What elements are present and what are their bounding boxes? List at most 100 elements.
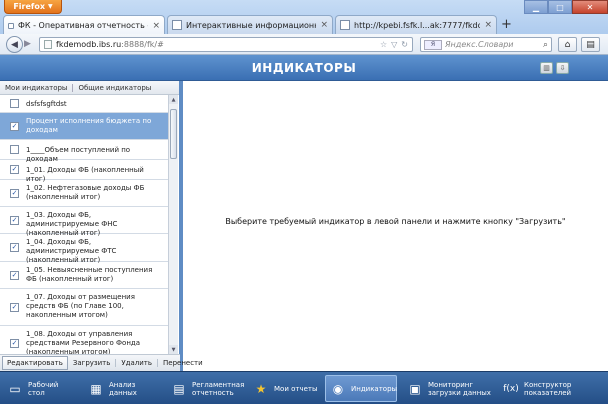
chevron-down-icon: ▼ [48,3,53,10]
checkbox[interactable]: ✓ [10,339,19,348]
scroll-up-icon[interactable]: ▲ [169,95,178,104]
chart-icon: ▦ [90,381,102,396]
move-button[interactable]: Перенести [158,359,208,367]
list-item[interactable]: ✓ 1_02. Нефтегазовые доходы ФБ (накоплен… [0,180,168,207]
checkbox[interactable]: ✓ [10,216,19,225]
search-bar[interactable]: Я Яндекс.Словари ⌕ [420,37,552,52]
taskbar-desktop[interactable]: ▭ Рабочий стол [6,375,60,402]
tab-fk-operational[interactable]: ФК - Оперативная отчетность - × [3,15,165,35]
search-provider-icon[interactable]: Я [424,39,442,50]
taskbar-regulatory-reports[interactable]: ▤ Регламентная отчетность [170,375,254,402]
load-button[interactable]: Загрузить [68,359,117,367]
forward-button[interactable]: ▶ [24,39,31,49]
tab-title: Интерактивные информационные ... [186,20,316,30]
taskbar-label: Рабочий стол [28,380,59,397]
star-icon[interactable]: ☆ [380,40,387,49]
indicator-list-scrollbar[interactable]: ▲ ▼ [168,95,178,354]
reload-icon[interactable]: ↻ [401,40,408,49]
edit-button[interactable]: Редактировать [2,356,68,370]
taskbar-indicators[interactable]: ◉ Индикаторы [325,375,397,402]
item-label: dsfsfsgftdst [26,100,67,108]
document-icon: ▤ [173,381,185,396]
main-area: Мои индикаторы Общие индикаторы dsfsfsgf… [0,81,608,371]
tab-interactive-systems[interactable]: Интерактивные информационные ... × [167,15,333,34]
export-button[interactable]: ⇩ [556,62,569,74]
page-icon [172,20,182,30]
placeholder-message: Выберите требуемый индикатор в левой пан… [225,216,566,226]
checkbox[interactable] [10,99,19,108]
forward-arrow-icon: ▶ [24,39,31,49]
bookmarks-button[interactable]: ▤ [581,37,600,52]
app-taskbar: ▭ Рабочий стол ▦ Анализ данных ▤ Регламе… [0,371,608,404]
minimize-button[interactable]: ▁ [524,0,548,14]
search-input[interactable]: Яндекс.Словари [445,40,540,49]
close-icon[interactable]: × [320,20,328,30]
taskbar-load-monitoring[interactable]: ▣ Мониторинг загрузки данных [406,375,494,402]
checkbox[interactable]: ✓ [10,165,19,174]
item-label: 1_02. Нефтегазовые доходы ФБ (накопленны… [26,184,145,201]
back-arrow-icon: ◀ [11,39,18,50]
url-host: fkdemodb.ibs.ru [56,40,122,49]
checkbox[interactable]: ✓ [10,189,19,198]
close-window-button[interactable]: ✕ [572,0,608,14]
download-icon: ⇩ [559,64,566,72]
indicator-panel-tabs: Мои индикаторы Общие индикаторы [0,81,180,95]
list-item[interactable]: ✓ 1_08. Доходы от управления средствами … [0,326,168,354]
address-bar[interactable]: fkdemodb.ibs.ru:8888/fk/# ☆ ▽ ↻ [39,37,413,52]
tab-my-indicators[interactable]: Мои индикаторы [5,83,74,92]
app-header: ИНДИКАТОРЫ ▥ ⇩ [0,55,608,81]
scrollbar-thumb[interactable] [170,109,177,159]
content-area: Выберите требуемый индикатор в левой пан… [183,81,608,371]
print-icon: ▥ [543,64,550,72]
tab-fkdocs[interactable]: http://kpebi.fsfk.l...ak:7777/fkdocs.htm… [335,15,497,34]
checkbox[interactable] [10,145,19,154]
print-button[interactable]: ▥ [540,62,553,74]
list-item[interactable]: ✓ Процент исполнения бюджета по доходам [0,113,168,140]
item-label: 1_04. Доходы ФБ, администрируемые ФТС (н… [26,238,117,264]
list-item[interactable]: ✓ 1_04. Доходы ФБ, администрируемые ФТС … [0,234,168,264]
list-item[interactable]: ✓ 1_03. Доходы ФБ, администрируемые ФНС … [0,207,168,237]
delete-button[interactable]: Удалить [116,359,158,367]
panel-actions: Редактировать Загрузить Удалить Перенест… [0,354,203,371]
taskbar-data-analysis[interactable]: ▦ Анализ данных [87,375,145,402]
checkbox[interactable]: ✓ [10,303,19,312]
taskbar-indicator-constructor[interactable]: f(x) Конструктор показателей [502,375,584,402]
checkbox[interactable]: ✓ [10,122,19,131]
indicator-list: dsfsfsgftdst ✓ Процент исполнения бюджет… [0,95,168,354]
home-icon: ⌂ [564,39,571,50]
taskbar-my-reports[interactable]: ★ Мои отчеты [252,375,318,402]
tab-common-indicators[interactable]: Общие индикаторы [78,84,156,92]
tab-title: http://kpebi.fsfk.l...ak:7777/fkdocs.htm… [354,20,480,30]
list-item[interactable]: 1____Объем поступлений по доходам [0,140,168,163]
list-item[interactable]: ✓ 1_07. Доходы от размещения средств ФБ … [0,289,168,326]
gauge-icon: ◉ [332,381,344,396]
url-path: :8888/fk/# [121,40,164,49]
close-icon[interactable]: × [484,20,492,30]
list-item[interactable]: ✓ 1_01. Доходы ФБ (накопленный итог) [0,160,168,183]
checkbox[interactable]: ✓ [10,243,19,252]
desktop-icon: ▭ [9,381,21,396]
star-icon: ★ [255,381,267,396]
taskbar-label: Мои отчеты [274,384,318,393]
list-item[interactable]: ✓ 1_05. Невыясненные поступления ФБ (нак… [0,262,168,289]
firefox-menu-button[interactable]: Firefox ▼ [4,0,62,14]
formula-icon: f(x) [503,383,519,394]
taskbar-label: Мониторинг загрузки данных [428,380,491,397]
list-item[interactable]: dsfsfsgftdst [0,95,168,113]
page-icon [8,22,14,29]
close-icon[interactable]: × [152,21,160,31]
maximize-button[interactable]: □ [548,0,572,14]
monitor-icon: ▣ [409,381,421,396]
home-button[interactable]: ⌂ [558,37,577,52]
item-label: Процент исполнения бюджета по доходам [26,117,152,134]
back-button[interactable]: ◀ [6,36,23,53]
scroll-down-icon[interactable]: ▼ [169,345,178,354]
search-icon[interactable]: ⌕ [543,40,548,50]
tab-title: ФК - Оперативная отчетность - [18,21,149,30]
new-tab-button[interactable]: + [501,17,512,32]
url-text[interactable]: fkdemodb.ibs.ru:8888/fk/# [56,40,376,49]
item-label: 1_08. Доходы от управления средствами Ре… [26,330,141,354]
dropdown-icon[interactable]: ▽ [391,40,397,49]
checkbox[interactable]: ✓ [10,271,19,280]
taskbar-label: Конструктор показателей [524,380,572,397]
